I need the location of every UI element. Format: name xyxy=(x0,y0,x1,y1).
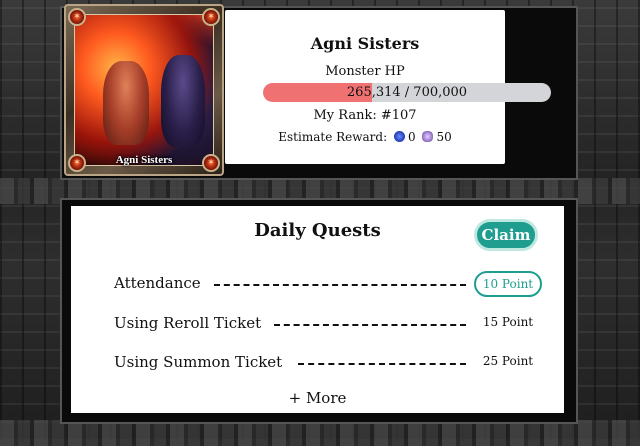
boss-portrait[interactable]: ✶ ✶ ✶ ✶ Agni Sisters xyxy=(64,4,224,176)
quest-dash xyxy=(274,324,466,326)
quest-dash xyxy=(298,363,466,365)
blue-coin-icon xyxy=(393,131,405,142)
flame-icon: ✶ xyxy=(202,8,220,26)
estimate-reward-label: Estimate Reward: xyxy=(278,130,388,144)
my-rank: My Rank: #107 xyxy=(313,108,417,123)
quest-label: Using Summon Ticket xyxy=(114,353,283,371)
quest-row-reroll: Using Reroll Ticket 15 Point xyxy=(114,312,542,338)
quest-label: Attendance xyxy=(114,274,201,292)
quest-points: 25 Point xyxy=(482,354,534,368)
boss-figure-right xyxy=(161,55,205,147)
portrait-name: Agni Sisters xyxy=(115,154,173,166)
quest-row-summon: Using Summon Ticket 25 Point xyxy=(114,351,542,377)
quest-points-claimable[interactable]: 10 Point xyxy=(474,271,542,297)
estimate-reward: Estimate Reward: 0 50 xyxy=(225,130,505,144)
monster-hp-label: Monster HP xyxy=(325,64,405,79)
quest-label: Using Reroll Ticket xyxy=(114,314,262,332)
boss-name: Agni Sisters xyxy=(310,34,420,53)
quest-points: 15 Point xyxy=(482,315,534,329)
quest-row-attendance: Attendance 10 Point xyxy=(114,271,542,298)
boss-artwork xyxy=(74,14,214,166)
boss-figure-left xyxy=(103,61,149,145)
hp-text: 265,314 / 700,000 xyxy=(346,85,468,100)
daily-quests: Daily Quests Claim Attendance 10 Point U… xyxy=(71,206,564,413)
boss-info: Agni Sisters Monster HP 265,314 / 700,00… xyxy=(225,10,551,164)
reward-gem-value: 50 xyxy=(436,130,452,144)
claim-button[interactable]: Claim xyxy=(474,219,538,251)
more-link[interactable]: + More xyxy=(71,389,564,407)
quest-dash xyxy=(214,284,466,286)
gem-icon xyxy=(422,131,434,142)
reward-coin-value: 0 xyxy=(407,130,416,144)
flame-icon: ✶ xyxy=(68,8,86,26)
hp-bar: 265,314 / 700,000 xyxy=(263,83,551,102)
